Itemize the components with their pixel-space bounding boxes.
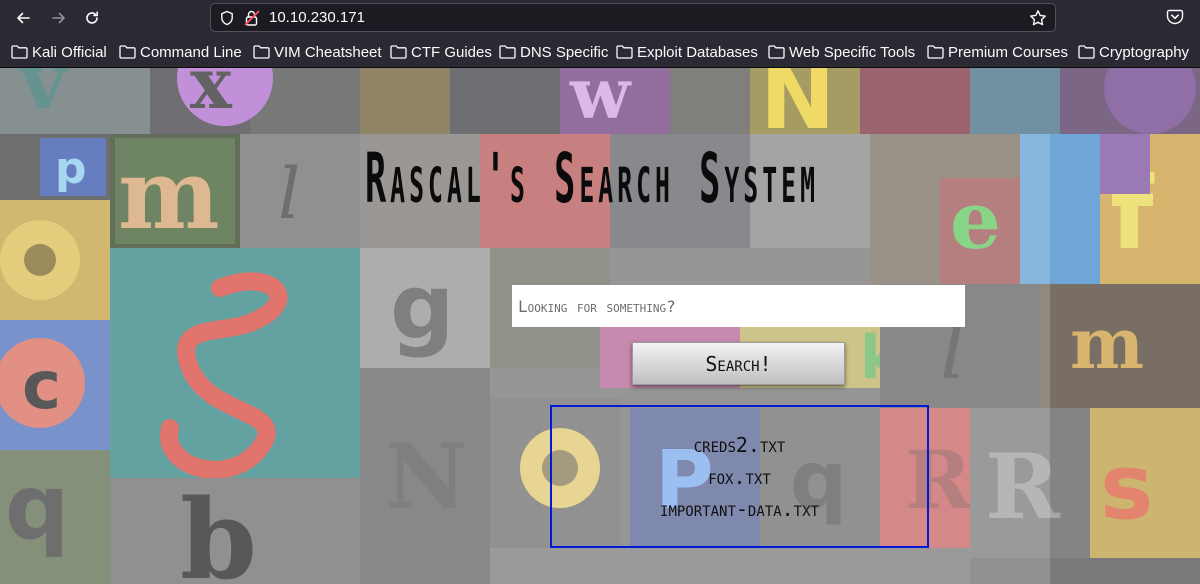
bookmark-star-icon[interactable] <box>1029 9 1047 27</box>
folder-icon <box>616 45 633 59</box>
result-item: important-data.txt <box>660 496 819 521</box>
bookmark-folder-command-line[interactable]: Command Line <box>119 43 242 61</box>
browser-toolbar: 10.10.230.171 <box>0 0 1200 36</box>
arrow-right-icon <box>52 12 65 24</box>
bookmark-folder-dns-specific[interactable]: DNS Specific <box>499 43 608 61</box>
folder-icon <box>768 45 785 59</box>
bookmark-folder-vim-cheatsheet[interactable]: VIM Cheatsheet <box>253 43 382 61</box>
bookmark-label: CTF Guides <box>411 43 492 61</box>
bookmark-folder-ctf-guides[interactable]: CTF Guides <box>390 43 492 61</box>
arrow-left-icon <box>17 12 30 24</box>
forward-button[interactable] <box>46 5 72 31</box>
folder-icon <box>499 45 516 59</box>
folder-icon <box>253 45 270 59</box>
reload-button[interactable] <box>79 5 105 31</box>
result-item: creds2.txt <box>693 432 786 457</box>
folder-icon <box>390 45 407 59</box>
search-input[interactable] <box>512 285 965 327</box>
page-title: Rascal's Search System <box>364 140 820 220</box>
bookmark-label: Cryptography <box>1099 43 1190 61</box>
bookmark-folder-cryptography[interactable]: Cryptography <box>1078 43 1189 61</box>
bookmark-label: DNS Specific <box>520 43 609 61</box>
folder-icon <box>119 45 136 59</box>
bookmark-folder-premium-courses[interactable]: Premium Courses <box>927 43 1068 61</box>
folder-icon <box>927 45 944 59</box>
result-item: fox.txt <box>708 464 771 489</box>
search-results: creds2.txt fox.txt important-data.txt <box>550 405 929 548</box>
bookmark-label: Kali Official <box>32 43 107 61</box>
web-page: x v w N p c q m b l g k N P q R e f l m … <box>0 68 1200 584</box>
bookmark-label: VIM Cheatsheet <box>274 43 382 61</box>
bookmark-folder-exploit-databases[interactable]: Exploit Databases <box>616 43 758 61</box>
search-button[interactable]: Search! <box>632 342 845 385</box>
bookmark-label: Exploit Databases <box>637 43 758 61</box>
bookmark-label: Web Specific Tools <box>789 43 916 61</box>
folder-icon <box>1078 45 1095 59</box>
bookmark-folder-web-specific-tools[interactable]: Web Specific Tools <box>768 43 915 61</box>
bookmarks-toolbar: Kali Official Command Line VIM Cheatshee… <box>0 36 1200 68</box>
bookmark-folder-kali-official[interactable]: Kali Official <box>11 43 107 61</box>
tracking-protection-shield-icon[interactable] <box>219 10 235 26</box>
insecure-lock-icon[interactable] <box>243 9 261 27</box>
url-text[interactable]: 10.10.230.171 <box>269 9 365 26</box>
bookmark-label: Command Line <box>140 43 242 61</box>
bookmark-label: Premium Courses <box>948 43 1069 61</box>
reload-icon <box>86 11 98 24</box>
address-bar[interactable]: 10.10.230.171 <box>210 3 1056 32</box>
back-button[interactable] <box>10 5 36 31</box>
folder-icon <box>11 45 28 59</box>
pocket-icon[interactable] <box>1166 8 1184 26</box>
